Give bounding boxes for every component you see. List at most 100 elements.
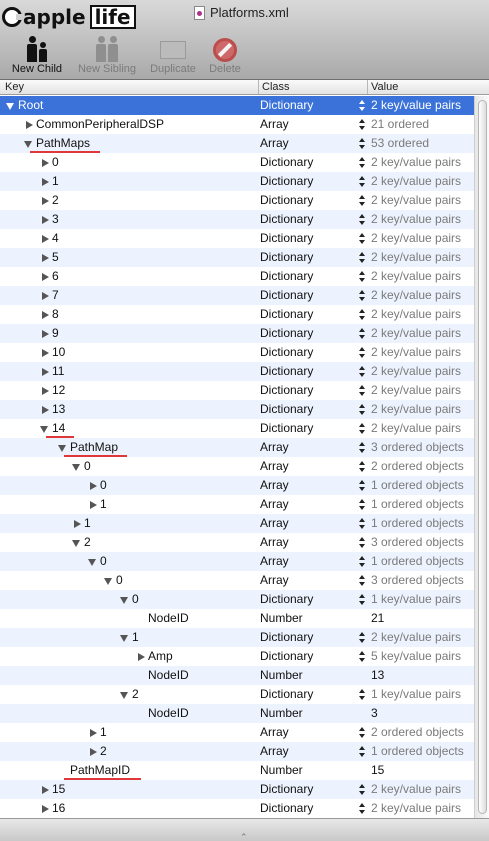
outline-row[interactable]: PathMapID Number 15 — [0, 761, 474, 780]
class-stepper-icon[interactable] — [359, 632, 365, 643]
row-class[interactable]: Dictionary — [260, 153, 313, 172]
row-class[interactable]: Dictionary — [260, 685, 313, 704]
disclosure-closed-icon[interactable] — [136, 652, 146, 662]
row-class[interactable]: Dictionary — [260, 419, 313, 438]
outline-row[interactable]: 1 Array 1 ordered objects — [0, 514, 474, 533]
row-key[interactable]: 1 — [40, 172, 59, 191]
outline-row[interactable]: 16 Dictionary 2 key/value pairs — [0, 799, 474, 818]
row-class[interactable]: Array — [260, 514, 289, 533]
row-key[interactable]: 15 — [40, 780, 65, 799]
outline-row[interactable]: 2 Array 3 ordered objects — [0, 533, 474, 552]
disclosure-closed-icon[interactable] — [40, 329, 50, 339]
outline-row[interactable]: 1 Array 2 ordered objects — [0, 723, 474, 742]
outline-row[interactable]: 0 Dictionary 1 key/value pairs — [0, 590, 474, 609]
new-child-button[interactable]: New Child — [8, 32, 66, 76]
row-class[interactable]: Dictionary — [260, 780, 313, 799]
disclosure-closed-icon[interactable] — [72, 519, 82, 529]
outline-row[interactable]: PathMap Array 3 ordered objects — [0, 438, 474, 457]
disclosure-open-icon[interactable] — [120, 690, 130, 700]
row-key[interactable]: 2 — [72, 533, 91, 552]
row-key[interactable]: 2 — [40, 191, 59, 210]
class-stepper-icon[interactable] — [359, 594, 365, 605]
class-stepper-icon[interactable] — [359, 347, 365, 358]
row-class[interactable]: Dictionary — [260, 799, 313, 818]
row-key[interactable]: NodeID — [136, 666, 189, 685]
class-stepper-icon[interactable] — [359, 556, 365, 567]
disclosure-closed-icon[interactable] — [40, 196, 50, 206]
row-class[interactable]: Dictionary — [260, 590, 313, 609]
row-class[interactable]: Dictionary — [260, 286, 313, 305]
row-class[interactable]: Array — [260, 115, 289, 134]
row-key[interactable]: 0 — [72, 457, 91, 476]
class-stepper-icon[interactable] — [359, 233, 365, 244]
disclosure-closed-icon[interactable] — [40, 348, 50, 358]
row-class[interactable]: Dictionary — [260, 362, 313, 381]
outline-row[interactable]: 11 Dictionary 2 key/value pairs — [0, 362, 474, 381]
class-stepper-icon[interactable] — [359, 290, 365, 301]
disclosure-closed-icon[interactable] — [40, 234, 50, 244]
row-class[interactable]: Array — [260, 457, 289, 476]
outline-row[interactable]: 0 Array 2 ordered objects — [0, 457, 474, 476]
disclosure-closed-icon[interactable] — [40, 785, 50, 795]
row-class[interactable]: Dictionary — [260, 267, 313, 286]
disclosure-closed-icon[interactable] — [40, 272, 50, 282]
disclosure-open-icon[interactable] — [58, 443, 68, 453]
row-class[interactable]: Array — [260, 742, 289, 761]
row-class[interactable]: Array — [260, 723, 289, 742]
outline-row[interactable]: 3 Dictionary 2 key/value pairs — [0, 210, 474, 229]
row-class[interactable]: Dictionary — [260, 229, 313, 248]
delete-button[interactable]: Delete — [205, 32, 245, 76]
row-key[interactable]: 10 — [40, 343, 65, 362]
row-value[interactable]: 21 — [371, 609, 384, 628]
outline-row[interactable]: 15 Dictionary 2 key/value pairs — [0, 780, 474, 799]
row-key[interactable]: NodeID — [136, 704, 189, 723]
disclosure-open-icon[interactable] — [72, 538, 82, 548]
row-key[interactable]: 0 — [120, 590, 139, 609]
row-key[interactable]: 2 — [120, 685, 139, 704]
class-stepper-icon[interactable] — [359, 480, 365, 491]
disclosure-closed-icon[interactable] — [40, 405, 50, 415]
row-key[interactable]: 8 — [40, 305, 59, 324]
row-class[interactable]: Dictionary — [260, 324, 313, 343]
row-key[interactable]: 7 — [40, 286, 59, 305]
class-stepper-icon[interactable] — [359, 119, 365, 130]
row-key[interactable]: 6 — [40, 267, 59, 286]
row-class[interactable]: Array — [260, 438, 289, 457]
outline-row[interactable]: 0 Array 3 ordered objects — [0, 571, 474, 590]
row-class[interactable]: Number — [260, 666, 303, 685]
vertical-scrollbar[interactable] — [474, 96, 489, 818]
row-key[interactable]: CommonPeripheralDSP — [24, 115, 164, 134]
disclosure-open-icon[interactable] — [120, 595, 130, 605]
disclosure-closed-icon[interactable] — [40, 804, 50, 814]
disclosure-open-icon[interactable] — [24, 139, 34, 149]
disclosure-open-icon[interactable] — [72, 462, 82, 472]
outline-row[interactable]: NodeID Number 13 — [0, 666, 474, 685]
outline-row[interactable]: 8 Dictionary 2 key/value pairs — [0, 305, 474, 324]
row-key[interactable]: 12 — [40, 381, 65, 400]
row-class[interactable]: Array — [260, 134, 289, 153]
outline-row[interactable]: 10 Dictionary 2 key/value pairs — [0, 343, 474, 362]
class-stepper-icon[interactable] — [359, 138, 365, 149]
row-class[interactable]: Array — [260, 495, 289, 514]
column-value-header[interactable]: Value — [367, 80, 398, 94]
class-stepper-icon[interactable] — [359, 157, 365, 168]
column-class-header[interactable]: Class — [258, 80, 290, 94]
row-class[interactable]: Number — [260, 609, 303, 628]
row-value[interactable]: 15 — [371, 761, 384, 780]
disclosure-closed-icon[interactable] — [40, 215, 50, 225]
class-stepper-icon[interactable] — [359, 100, 365, 111]
disclosure-closed-icon[interactable] — [40, 386, 50, 396]
row-key[interactable]: 0 — [88, 552, 107, 571]
row-key[interactable]: 1 — [88, 495, 107, 514]
disclosure-closed-icon[interactable] — [88, 747, 98, 757]
class-stepper-icon[interactable] — [359, 385, 365, 396]
row-class[interactable]: Array — [260, 552, 289, 571]
outline-row[interactable]: PathMaps Array 53 ordered — [0, 134, 474, 153]
disclosure-closed-icon[interactable] — [40, 367, 50, 377]
row-key[interactable]: 13 — [40, 400, 65, 419]
column-key-header[interactable]: Key — [5, 81, 24, 93]
row-class[interactable]: Dictionary — [260, 172, 313, 191]
disclosure-closed-icon[interactable] — [40, 253, 50, 263]
disclosure-open-icon[interactable] — [6, 101, 16, 111]
row-class[interactable]: Number — [260, 704, 303, 723]
